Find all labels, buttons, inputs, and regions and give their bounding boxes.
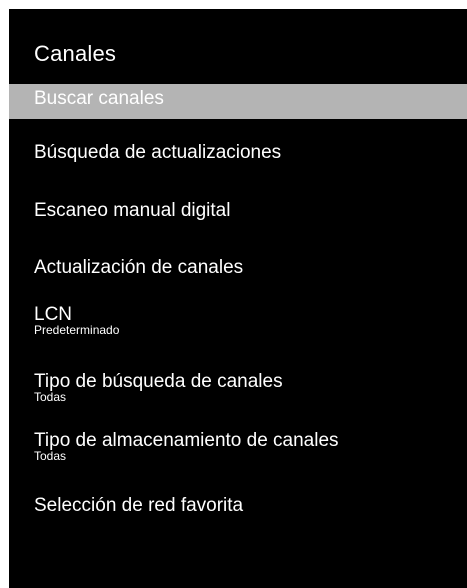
menu-item-seleccion-red-favorita[interactable]: Selección de red favorita xyxy=(9,494,467,517)
menu-item-actualizacion-canales[interactable]: Actualización de canales xyxy=(9,256,467,279)
menu-item-label: Tipo de búsqueda de canales xyxy=(34,371,283,392)
channels-menu-panel: Canales Buscar canales Búsqueda de actua… xyxy=(9,9,467,588)
menu-item-value: Predeterminado xyxy=(34,323,120,337)
menu-item-lcn[interactable]: LCN Predeterminado xyxy=(9,303,467,337)
menu-item-busqueda-actualizaciones[interactable]: Búsqueda de actualizaciones xyxy=(9,141,467,164)
menu-item-tipo-busqueda-canales[interactable]: Tipo de búsqueda de canales Todas xyxy=(9,370,467,404)
menu-item-buscar-canales[interactable]: Buscar canales xyxy=(9,84,467,119)
menu-item-label: Actualización de canales xyxy=(34,257,244,278)
menu-item-label: Buscar canales xyxy=(34,88,164,109)
menu-item-label: Tipo de almacenamiento de canales xyxy=(34,430,339,451)
menu-item-label: Búsqueda de actualizaciones xyxy=(34,142,282,163)
menu-item-label: Escaneo manual digital xyxy=(34,200,231,221)
menu-item-tipo-almacenamiento-canales[interactable]: Tipo de almacenamiento de canales Todas xyxy=(9,429,467,463)
menu-item-label: Selección de red favorita xyxy=(34,495,244,516)
menu-item-escaneo-manual-digital[interactable]: Escaneo manual digital xyxy=(9,199,467,222)
menu-title: Canales xyxy=(34,41,117,66)
